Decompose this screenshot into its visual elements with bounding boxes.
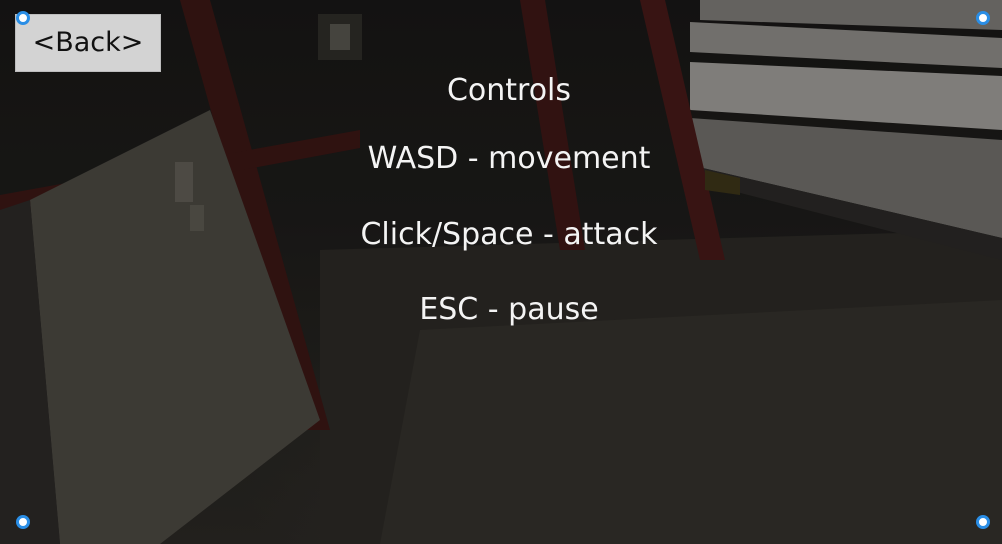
- game-screen: <Back> Controls WASD - movement Click/Sp…: [0, 0, 1002, 544]
- selection-handle-bottom-left-icon[interactable]: [16, 515, 30, 529]
- selection-handle-top-right-icon[interactable]: [976, 11, 990, 25]
- controls-line-pause: ESC - pause: [419, 292, 599, 327]
- controls-title: Controls: [446, 73, 572, 108]
- controls-line-attack: Click/Space - attack: [360, 217, 658, 252]
- controls-line-movement: WASD - movement: [367, 141, 651, 176]
- back-button[interactable]: <Back>: [15, 14, 161, 72]
- selection-handle-top-left-icon[interactable]: [16, 11, 30, 25]
- selection-handle-bottom-right-icon[interactable]: [976, 515, 990, 529]
